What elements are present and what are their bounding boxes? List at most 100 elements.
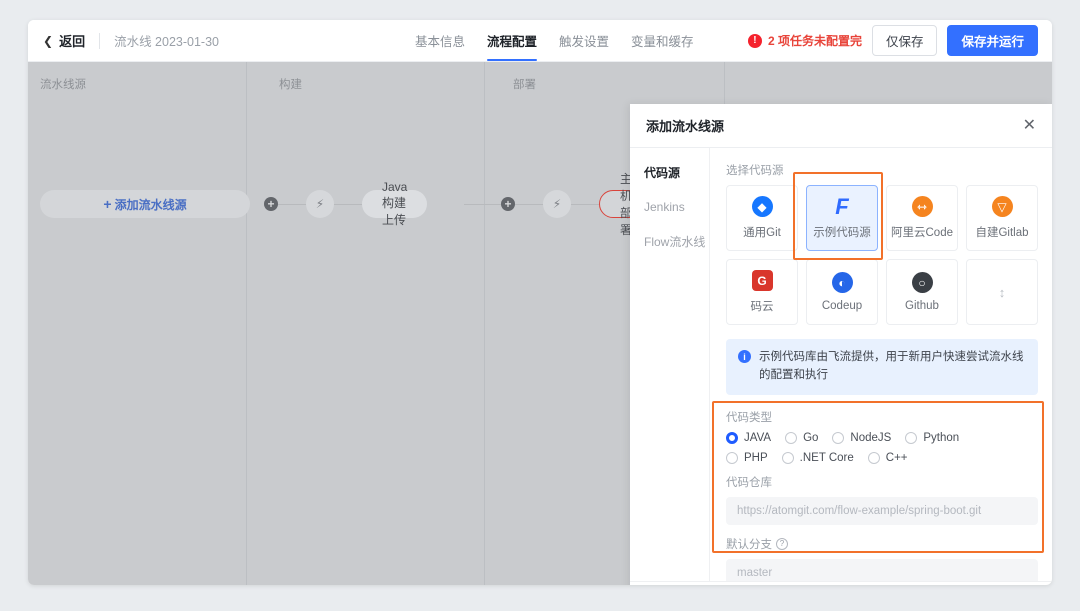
source-tile-label: 码云 <box>750 301 774 313</box>
code-type-radio-row-1: JAVA Go NodeJS Python <box>726 431 1038 444</box>
tab-label: 流程配置 <box>487 35 538 49</box>
source-tile-label: Codeup <box>821 300 863 312</box>
code-source-grid-row2: G 码云 ◐ Codeup ○ Github ↕ <box>726 259 1038 325</box>
source-tile-expand-more[interactable]: ↕ <box>966 259 1038 325</box>
gitlab-icon: ▽ <box>991 196 1013 217</box>
source-tile-label: 通用Git <box>743 227 781 239</box>
connector-line <box>334 203 362 205</box>
radio-label: PHP <box>744 451 768 464</box>
stage-label-deploy: 部署 <box>513 79 536 91</box>
repository-section: 代码仓库 https://atomgit.com/flow-example/sp… <box>726 474 1038 581</box>
radio-go[interactable]: Go <box>785 431 819 444</box>
source-tile-label: 自建Gitlab <box>975 227 1029 239</box>
sidebar-item-code-source[interactable]: 代码源 <box>644 164 709 181</box>
source-tile-label: 阿里云Code <box>891 227 953 239</box>
add-pipeline-source-button[interactable]: + 添加流水线源 <box>40 190 250 218</box>
radio-label: NodeJS <box>850 431 892 444</box>
node-java-build-upload[interactable]: Java 构建上传 <box>362 180 428 227</box>
back-button[interactable]: ❮ 返回 <box>43 31 85 50</box>
node-label: Java 构建上传 <box>382 180 408 227</box>
radio-label: C++ <box>885 451 908 464</box>
radio-dot <box>781 451 794 464</box>
radio-label: Python <box>923 431 960 444</box>
pipeline-canvas: 流水线源 构建 部署 + 添加流水线源 + ⚡ Java 构建上传 + ⚡ 主机… <box>28 62 1052 585</box>
tab-flow-config[interactable]: 流程配置 <box>487 20 538 61</box>
unconfigured-warning-text: 2 项任务未配置完 <box>767 34 862 48</box>
git-icon: ◆ <box>751 196 773 217</box>
connector-line <box>571 203 599 205</box>
source-tile-gitee[interactable]: G 码云 <box>726 259 798 325</box>
modal-header: 添加流水线源 ✕ <box>630 104 1052 148</box>
radio-dot <box>905 431 918 444</box>
add-pipeline-source-modal: 添加流水线源 ✕ 代码源 Jenkins Flow流水线 选择代码源 ◆ 通用G… <box>630 104 1052 585</box>
branch-label-row: 默认分支 ? <box>726 536 1038 552</box>
branch-input[interactable]: master <box>726 558 1038 581</box>
expand-more-icon: ↕ <box>998 284 1006 300</box>
close-icon[interactable]: ✕ <box>1023 117 1036 134</box>
radio-java[interactable]: JAVA <box>726 431 771 444</box>
source-tile-aliyun-code[interactable]: ⇿ 阿里云Code <box>886 185 958 251</box>
modal-body: 代码源 Jenkins Flow流水线 选择代码源 ◆ 通用Git F 示例代码… <box>630 148 1052 581</box>
save-only-button[interactable]: 仅保存 <box>871 25 938 56</box>
codeup-icon: ◐ <box>831 272 853 293</box>
stage-label-build: 构建 <box>279 79 302 91</box>
radio-php[interactable]: PHP <box>726 451 768 464</box>
plus-circle-icon[interactable]: + <box>501 197 515 211</box>
lightning-bolt-icon[interactable]: ⚡ <box>306 190 334 218</box>
select-code-source-label: 选择代码源 <box>726 165 784 177</box>
question-circle-icon[interactable]: ? <box>776 537 788 550</box>
tab-variables-cache[interactable]: 变量和缓存 <box>631 20 694 61</box>
branch-label: 默认分支 <box>726 538 772 551</box>
radio-dot <box>867 451 880 464</box>
chevron-left-icon: ❮ <box>43 33 54 48</box>
info-banner: i 示例代码库由飞流提供，用于新用户快速尝试流水线的配置和执行 <box>726 339 1038 395</box>
info-banner-text: 示例代码库由飞流提供，用于新用户快速尝试流水线的配置和执行 <box>759 351 1024 381</box>
back-button-label: 返回 <box>59 34 86 49</box>
repository-label: 代码仓库 <box>726 476 772 489</box>
radio-dotnet-core[interactable]: .NET Core <box>781 451 854 464</box>
sidebar-item-jenkins[interactable]: Jenkins <box>644 200 709 214</box>
tab-label: 变量和缓存 <box>631 35 694 49</box>
code-type-label: 代码类型 <box>726 411 772 424</box>
gitee-icon: G <box>751 270 773 291</box>
aliyun-code-icon: ⇿ <box>911 196 933 217</box>
flow-f-icon: F <box>835 193 849 219</box>
tab-label: 触发设置 <box>559 35 610 49</box>
stage-column-source <box>28 62 247 585</box>
header-tabs: 基本信息 流程配置 触发设置 变量和缓存 <box>415 20 694 61</box>
code-type-section: 代码类型 JAVA Go NodeJS Python PHP .NET Core… <box>726 409 1038 464</box>
radio-dot <box>726 451 738 464</box>
stage-column-build <box>247 62 485 585</box>
source-tile-self-hosted-gitlab[interactable]: ▽ 自建Gitlab <box>966 185 1038 251</box>
radio-cpp[interactable]: C++ <box>867 451 908 464</box>
source-tile-label: Github <box>905 300 939 312</box>
source-tile-github[interactable]: ○ Github <box>886 259 958 325</box>
save-and-run-button[interactable]: 保存并运行 <box>947 25 1038 56</box>
connector-line <box>278 203 306 205</box>
repository-input[interactable]: https://atomgit.com/flow-example/spring-… <box>726 496 1038 525</box>
tab-label: 基本信息 <box>415 35 466 49</box>
source-tile-codeup[interactable]: ◐ Codeup <box>806 259 878 325</box>
modal-footer: 添加 <box>630 581 1052 585</box>
plus-icon: + <box>103 196 112 212</box>
sidebar-item-flow-pipeline[interactable]: Flow流水线 <box>644 233 709 250</box>
tab-basic-info[interactable]: 基本信息 <box>415 20 465 61</box>
source-tile-example-code-source[interactable]: F 示例代码源 <box>806 185 878 251</box>
page-root: ❮ 返回 流水线 2023-01-30 基本信息 流程配置 触发设置 变量和缓存 <box>0 0 1080 611</box>
header-divider <box>99 32 101 49</box>
header-actions: ! 2 项任务未配置完 仅保存 保存并运行 <box>747 20 1038 61</box>
modal-sidebar: 代码源 Jenkins Flow流水线 <box>630 148 710 581</box>
code-source-grid-row1: ◆ 通用Git F 示例代码源 ⇿ 阿里云Code ▽ 自建Gitlab <box>726 185 1038 251</box>
plus-circle-icon[interactable]: + <box>264 197 278 211</box>
radio-python[interactable]: Python <box>905 431 960 444</box>
radio-nodejs[interactable]: NodeJS <box>832 431 892 444</box>
code-type-radio-row-2: PHP .NET Core C++ <box>726 451 1038 464</box>
pipeline-name: 流水线 2023-01-30 <box>114 35 219 49</box>
lightning-bolt-icon[interactable]: ⚡ <box>543 190 571 218</box>
radio-label: .NET Core <box>799 451 854 464</box>
radio-dot <box>832 431 845 444</box>
stage-label-source: 流水线源 <box>40 79 86 91</box>
radio-label: Go <box>803 431 819 444</box>
tab-trigger-settings[interactable]: 触发设置 <box>559 20 609 61</box>
source-tile-generic-git[interactable]: ◆ 通用Git <box>726 185 798 251</box>
